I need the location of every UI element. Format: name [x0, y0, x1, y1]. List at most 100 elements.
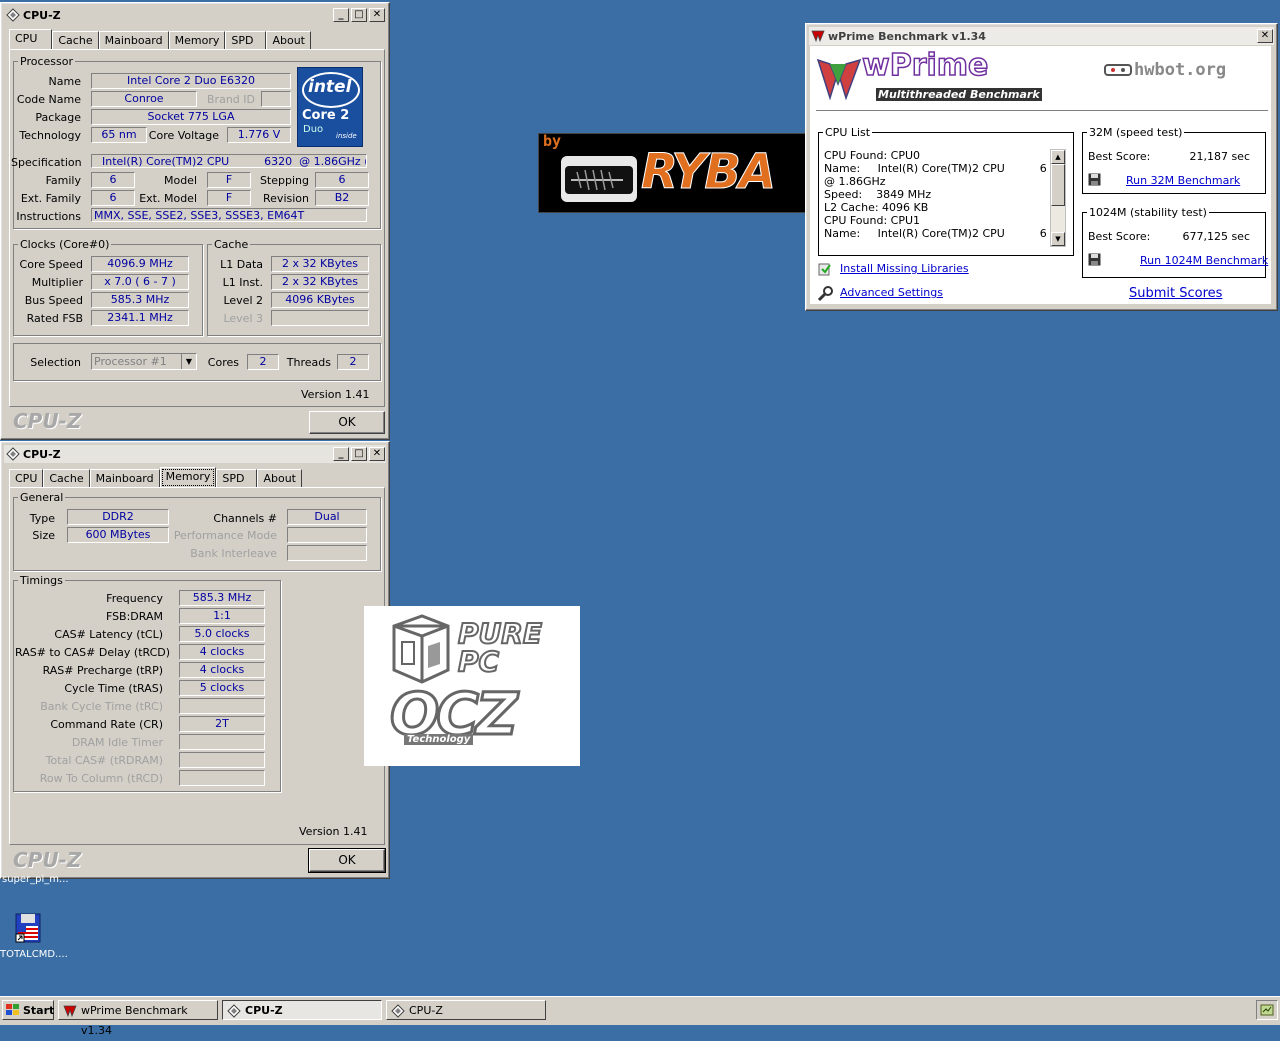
tab-mainboard[interactable]: Mainboard: [98, 31, 169, 50]
extmodel-label: Ext. Model: [139, 192, 197, 205]
run-1024m-link[interactable]: Run 1024M Benchmark: [1140, 254, 1268, 267]
level3-field: [271, 310, 369, 326]
title-bar[interactable]: wPrime Benchmark v1.34 ✕: [809, 27, 1274, 45]
wprime-logo-subtitle: Multithreaded Benchmark: [876, 88, 1042, 101]
close-button[interactable]: ✕: [1257, 29, 1273, 43]
tab-cpu[interactable]: CPU: [9, 29, 53, 50]
intel-core2: Core 2: [302, 108, 350, 123]
scroll-thumb[interactable]: [1051, 164, 1065, 206]
taskbar-item-cpuz[interactable]: CPU-Z: [386, 1000, 546, 1020]
taskbar-item-cpuz-active[interactable]: CPU-Z: [222, 1000, 382, 1020]
tray-app-icon[interactable]: [1260, 1003, 1274, 1017]
tab-memory[interactable]: Memory: [159, 467, 217, 488]
tab-spd[interactable]: SPD: [216, 469, 258, 488]
selection-dropdown[interactable]: Processor #1 ▼: [91, 353, 197, 370]
purepc-ocz-banner: PURE PC OCZ Technology: [364, 606, 580, 766]
model-field: F: [207, 172, 251, 188]
ok-button[interactable]: OK: [308, 848, 386, 873]
install-libraries-icon: [818, 263, 831, 276]
ok-button[interactable]: OK: [309, 411, 385, 434]
timing-value: 5 clocks: [179, 680, 265, 696]
timing-label: Cycle Time (tRAS): [64, 682, 163, 695]
ocz-tech-text: Technology: [404, 734, 474, 745]
maximize-button[interactable]: □: [351, 447, 367, 461]
install-libraries-link[interactable]: Install Missing Libraries: [840, 262, 969, 275]
cpu-list-line: CPU Found: CPU0: [824, 149, 921, 162]
minimize-button[interactable]: _: [333, 8, 349, 22]
desktop-icon-label: super_pi_m...: [2, 874, 69, 885]
version-label: Version 1.41: [299, 825, 368, 838]
close-button[interactable]: ✕: [369, 8, 385, 22]
corevoltage-field: 1.776 V: [227, 127, 291, 143]
desktop-icon-superpi[interactable]: super_pi_m...: [2, 874, 72, 885]
l1data-label: L1 Data: [220, 258, 263, 271]
wrench-icon: [818, 286, 833, 302]
cpuz-app-icon: [6, 447, 20, 461]
size-label: Size: [32, 529, 55, 542]
instructions-field: MMX, SSE, SSE2, SSE3, SSSE3, EM64T: [91, 208, 367, 222]
chevron-down-icon[interactable]: ▼: [181, 354, 196, 369]
submit-scores-link[interactable]: Submit Scores: [1129, 286, 1222, 301]
taskbar-item-wprime[interactable]: wPrime Benchmark v1.34: [58, 1000, 218, 1037]
intel-inside: inside: [336, 132, 357, 140]
cpu-list-text: CPU Found: CPU0 Name: Intel(R) Core(TM)2 …: [824, 149, 1046, 247]
cpu-list-line: Name: Intel(R) Core(TM)2 CPU 6320: [824, 162, 1046, 175]
ryba-text: RYBA: [640, 144, 776, 201]
scroll-down-arrow[interactable]: ▼: [1051, 232, 1065, 246]
type-field: DDR2: [67, 509, 169, 525]
tab-cache[interactable]: Cache: [43, 469, 90, 488]
window-title: CPU-Z: [23, 447, 61, 461]
l1inst-field: 2 x 32 KBytes: [271, 274, 369, 290]
floppy-flag-icon: [15, 913, 41, 943]
tab-memory[interactable]: Memory: [168, 31, 226, 50]
minimize-button[interactable]: _: [333, 447, 349, 461]
timing-label: FSB:DRAM: [105, 610, 163, 623]
best-score-1024-value: 677,125 sec: [1182, 230, 1250, 243]
timing-label: RAS# Precharge (tRP): [42, 664, 163, 677]
tab-mainboard[interactable]: Mainboard: [89, 469, 160, 488]
processor-legend: Processor: [20, 55, 73, 68]
advanced-settings-link[interactable]: Advanced Settings: [840, 286, 943, 299]
wprime-app-icon: [811, 30, 825, 43]
desktop-icon-totalcmd[interactable]: TOTALCMD....: [0, 912, 72, 960]
cores-field: 2: [247, 354, 279, 370]
size-field: 600 MBytes: [67, 527, 169, 543]
title-bar[interactable]: CPU-Z _ □ ✕: [4, 445, 386, 463]
tab-spd[interactable]: SPD: [225, 31, 267, 50]
run-32m-link[interactable]: Run 32M Benchmark: [1126, 174, 1240, 187]
intel-core2-logo: intel Core 2 Duo inside: [297, 67, 363, 147]
tab-about[interactable]: About: [266, 31, 311, 50]
wprime-logo-icon: [816, 58, 862, 101]
level2-field: 4096 KBytes: [271, 292, 369, 308]
taskbar-item-label: CPU-Z: [409, 1004, 443, 1017]
tab-cache[interactable]: Cache: [52, 31, 99, 50]
threads-label: Threads: [286, 356, 331, 369]
desktop-icon-label: TOTALCMD....: [0, 949, 68, 960]
tab-about[interactable]: About: [257, 469, 302, 488]
best-score-32-label: Best Score:: [1088, 150, 1151, 163]
extfamily-label: Ext. Family: [20, 192, 81, 205]
start-button[interactable]: Start: [2, 1000, 54, 1020]
spec-field: Intel(R) Core(TM)2 CPU 6320 @ 1.86GHz (E…: [91, 154, 367, 168]
system-tray: [1256, 1000, 1278, 1020]
cpuz-app-icon: [6, 8, 20, 22]
stepping-label: Stepping: [259, 174, 309, 187]
title-bar[interactable]: CPU-Z _ □ ✕: [4, 6, 386, 24]
extmodel-field: F: [207, 190, 251, 206]
multiplier-label: Multiplier: [31, 276, 83, 289]
cores-label: Cores: [207, 356, 239, 369]
clocks-legend: Clocks (Core#0): [20, 238, 110, 251]
cpu-list-scrollbar[interactable]: ▲ ▼: [1050, 149, 1066, 247]
close-button[interactable]: ✕: [369, 447, 385, 461]
fish-skeleton-icon: [565, 166, 633, 194]
window-title: CPU-Z: [23, 8, 61, 22]
best-score-32-value: 21,187 sec: [1189, 150, 1250, 163]
tab-cpu[interactable]: CPU: [9, 469, 44, 488]
maximize-button[interactable]: □: [351, 8, 367, 22]
brandid-label: Brand ID: [207, 93, 255, 106]
scroll-up-arrow[interactable]: ▲: [1051, 150, 1065, 164]
timing-value: 4 clocks: [179, 644, 265, 660]
level2-label: Level 2: [223, 294, 263, 307]
cpuz-window-memory: CPU-Z _ □ ✕ CPU Cache Mainboard Memory S…: [0, 441, 390, 879]
corespeed-label: Core Speed: [19, 258, 83, 271]
